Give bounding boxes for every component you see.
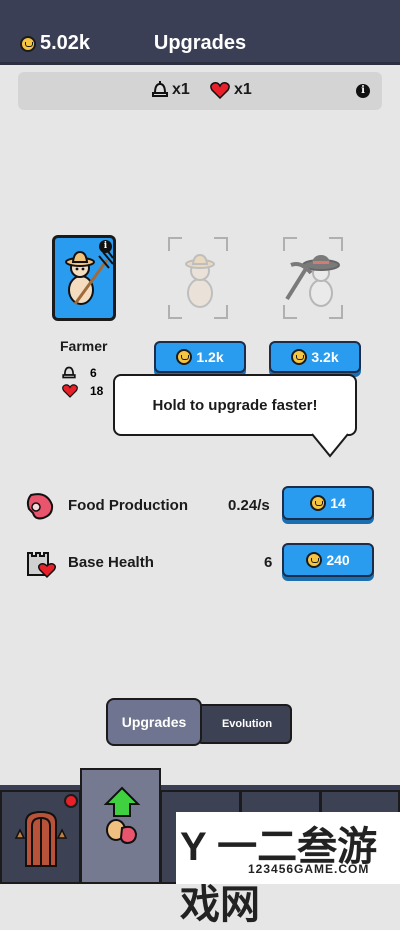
stats-bar: x1 x1 i	[18, 72, 382, 110]
upgrade-value-health: 6	[264, 554, 273, 571]
tooltip-pointer	[311, 433, 349, 458]
soldier-helmet-icon	[62, 366, 76, 379]
upgrade-label-food: Food Production	[68, 497, 188, 514]
heart-icon	[210, 81, 230, 99]
tooltip-text: Hold to upgrade faster!	[152, 396, 318, 414]
nav-base[interactable]	[0, 790, 81, 884]
tab-evolution[interactable]: Evolution	[196, 704, 292, 744]
unit-card-locked-2[interactable]	[281, 235, 345, 321]
heart-multiplier: x1	[210, 81, 252, 99]
meat-icon	[26, 493, 54, 520]
page-title: Upgrades	[153, 32, 247, 54]
coin-icon	[306, 552, 323, 568]
upgrade-label-health: Base Health	[68, 554, 154, 571]
unit-heart-stat: 18	[62, 384, 103, 398]
soldier-multiplier-value: x1	[172, 81, 190, 98]
info-icon[interactable]: i	[356, 84, 370, 98]
unit-soldier-stat: 6	[62, 365, 97, 380]
unlock-cost: 3.2k	[311, 349, 339, 365]
castle-door-icon	[14, 810, 68, 867]
heart-multiplier-value: x1	[234, 81, 252, 98]
unit-heart-value: 18	[90, 384, 104, 398]
top-bar: 5.02k Upgrades	[0, 0, 400, 65]
castle-heart-icon	[27, 552, 57, 579]
soldier-multiplier: x1	[152, 81, 190, 99]
heart-icon	[62, 384, 78, 398]
unlock-unit-button-2[interactable]: 3.2k	[269, 341, 361, 373]
coin-icon	[310, 495, 327, 511]
unit-card-farmer[interactable]: i	[52, 235, 116, 321]
unit-soldier-value: 6	[90, 365, 97, 380]
unit-name: Farmer	[60, 338, 108, 354]
watermark: Y 一二叁游戏网 123456GAME.COM	[176, 812, 400, 927]
tab-upgrades-label: Upgrades	[121, 714, 187, 730]
unlock-cost: 1.2k	[196, 349, 224, 365]
upgrade-health-button[interactable]: 240	[282, 543, 374, 577]
nav-upgrades[interactable]	[80, 768, 161, 884]
coin-icon	[176, 349, 193, 365]
locked-miner-silhouette-icon	[285, 255, 340, 307]
upgrade-arrow-icon	[103, 786, 141, 845]
upgrade-food-cost: 14	[330, 495, 346, 511]
watermark-sub: 123456GAME.COM	[248, 862, 370, 876]
farmer-icon	[65, 249, 113, 305]
upgrade-food-button[interactable]: 14	[282, 486, 374, 520]
upgrade-value-food: 0.24/s	[228, 497, 270, 514]
tab-upgrades[interactable]: Upgrades	[106, 698, 202, 746]
soldier-helmet-icon	[152, 81, 168, 97]
upgrade-tooltip: Hold to upgrade faster!	[113, 374, 357, 436]
unlock-unit-button-1[interactable]: 1.2k	[154, 341, 246, 373]
upgrade-health-cost: 240	[326, 552, 350, 568]
unit-card-locked-1[interactable]	[166, 235, 230, 321]
tab-switcher: Evolution Upgrades	[106, 698, 292, 746]
tab-evolution-label: Evolution	[221, 718, 273, 730]
notification-badge	[64, 794, 78, 808]
locked-unit-silhouette-icon	[185, 253, 215, 308]
coin-icon	[291, 349, 308, 365]
